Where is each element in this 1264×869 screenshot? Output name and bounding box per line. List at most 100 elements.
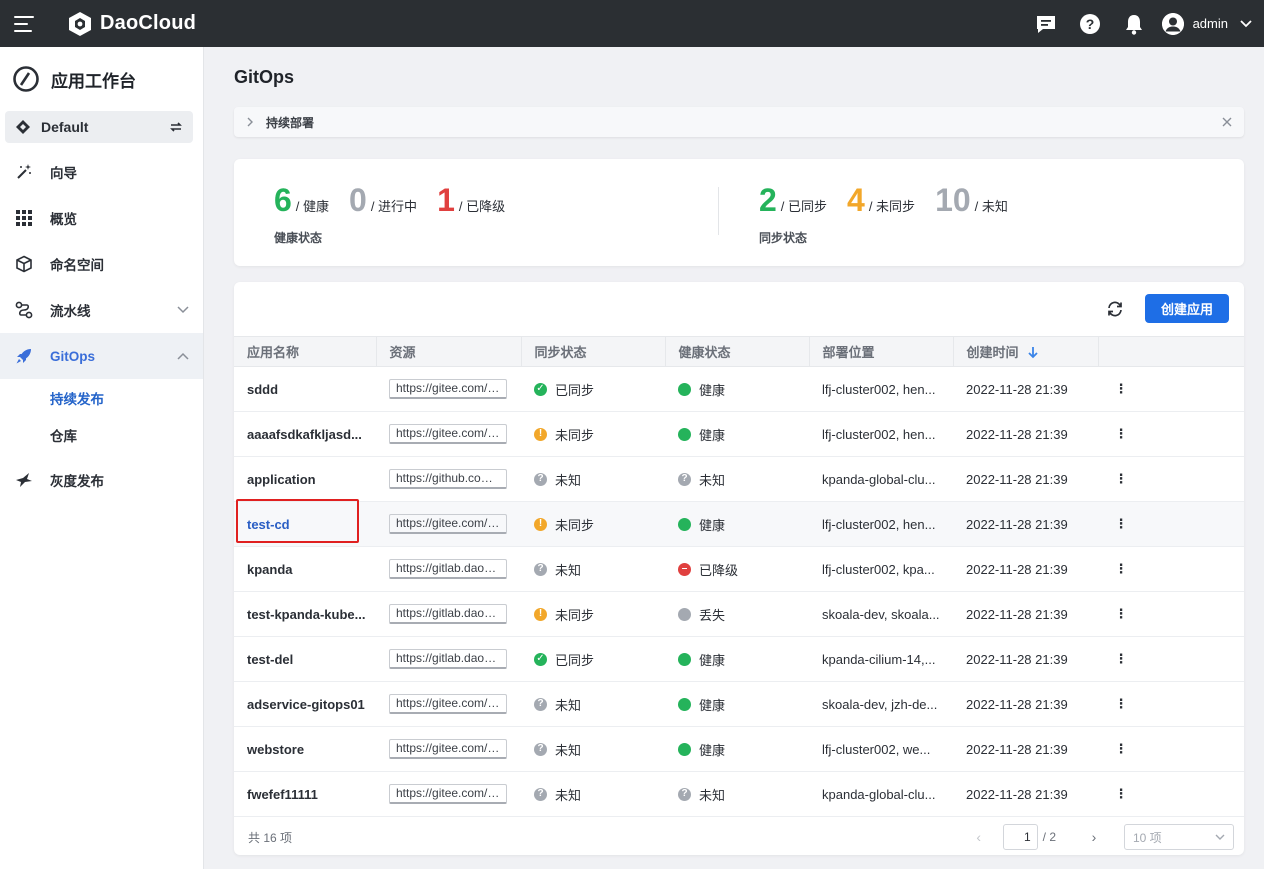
- app-name-link[interactable]: webstore: [247, 742, 304, 757]
- app-name-cell[interactable]: kpanda: [234, 546, 376, 592]
- table-row[interactable]: test-cd https://gitee.com/z...! 未同步 健康 lfj-c…: [234, 501, 1244, 547]
- more-actions-icon[interactable]: ⋮: [1111, 651, 1131, 667]
- more-actions-icon[interactable]: ⋮: [1111, 516, 1131, 532]
- app-name-cell[interactable]: aaaafsdkafkljasd...: [234, 411, 376, 457]
- more-actions-icon[interactable]: ⋮: [1111, 696, 1131, 712]
- sidebar-subitem-repository[interactable]: 仓库: [0, 416, 203, 453]
- table-row[interactable]: test-del https://gitlab.daocl... ✓ 已同步 健康 kpa…: [234, 636, 1244, 682]
- resource-tag[interactable]: https://gitee.com/z...: [389, 424, 507, 444]
- app-name-cell[interactable]: fwefef11111: [234, 771, 376, 817]
- page-input[interactable]: 1: [1002, 824, 1038, 850]
- app-name-link[interactable]: kpanda: [247, 562, 293, 577]
- app-name-link[interactable]: test-del: [247, 652, 293, 667]
- health-status-cell: 健康: [665, 726, 809, 772]
- actions-cell: ⋮: [1098, 636, 1244, 682]
- resource-tag[interactable]: https://github.com/...: [389, 469, 507, 489]
- column-header-sync-status[interactable]: 同步状态: [521, 336, 666, 367]
- app-name-link[interactable]: fwefef11111: [247, 787, 318, 802]
- menu-toggle-icon[interactable]: [14, 15, 34, 32]
- sync-status-text: 已同步: [555, 382, 595, 398]
- more-actions-icon[interactable]: ⋮: [1111, 741, 1131, 757]
- sidebar-item-gitops[interactable]: GitOps: [0, 333, 203, 379]
- sync-status-text: 未知: [555, 472, 582, 488]
- resource-cell: https://gitee.com/xi...: [376, 681, 521, 727]
- app-name-cell[interactable]: test-kpanda-kube...: [234, 591, 376, 637]
- switch-icon[interactable]: [169, 120, 183, 134]
- sidebar-item-label: 灰度发布: [50, 474, 104, 489]
- sidebar-item-overview[interactable]: 概览: [0, 195, 203, 241]
- table-row[interactable]: sddd https://gitee.com/z... ✓ 已同步 健康 lfj-clus…: [234, 366, 1244, 412]
- column-header-location[interactable]: 部署位置: [809, 336, 954, 367]
- create-app-button[interactable]: 创建应用: [1145, 294, 1229, 323]
- table-row[interactable]: test-kpanda-kube... https://gitlab.daocl.…: [234, 591, 1244, 637]
- location-cell: kpanda-global-clu...: [809, 771, 953, 817]
- sidebar-item-guide[interactable]: 向导: [0, 149, 203, 195]
- more-actions-icon[interactable]: ⋮: [1111, 786, 1131, 802]
- column-header-name[interactable]: 应用名称: [234, 336, 377, 367]
- app-name-link[interactable]: aaaafsdkafkljasd...: [247, 427, 362, 442]
- app-name-cell[interactable]: sddd: [234, 366, 376, 412]
- table-row[interactable]: aaaafsdkafkljasd... https://gitee.com/z..…: [234, 411, 1244, 457]
- resource-cell: https://gitee.com/xi...: [376, 726, 521, 772]
- question-circle-icon: ?: [534, 742, 547, 756]
- resource-tag[interactable]: https://gitlab.daocl...: [389, 604, 507, 624]
- brand-logo[interactable]: DaoCloud: [66, 10, 196, 38]
- table-row[interactable]: kpanda https://gitlab.daocl...? 未知 – 已降级 lfj-…: [234, 546, 1244, 592]
- resource-tag[interactable]: https://gitee.com/z...: [389, 379, 507, 399]
- refresh-icon[interactable]: [1104, 298, 1126, 320]
- table-row[interactable]: fwefef11111 https://gitee.com/z...? 未知? 未知 k…: [234, 771, 1244, 817]
- health-status-cell: 健康: [665, 636, 809, 682]
- table-row[interactable]: adservice-gitops01 https://gitee.com/xi..…: [234, 681, 1244, 727]
- sidebar-item-pipeline[interactable]: 流水线: [0, 287, 203, 333]
- resource-tag[interactable]: https://gitee.com/z...: [389, 784, 507, 804]
- sidebar-item-label: 概览: [50, 212, 77, 227]
- username: admin: [1192, 16, 1228, 31]
- column-header-health-status[interactable]: 健康状态: [665, 336, 810, 367]
- more-actions-icon[interactable]: ⋮: [1111, 471, 1131, 487]
- workspace-selector[interactable]: Default: [5, 111, 193, 143]
- app-name-link[interactable]: adservice-gitops01: [247, 697, 365, 712]
- table-row[interactable]: webstore https://gitee.com/xi...? 未知 健康 lfj-…: [234, 726, 1244, 772]
- question-circle-icon: ?: [534, 787, 547, 801]
- app-name-link[interactable]: application: [247, 472, 316, 487]
- resource-tag[interactable]: https://gitee.com/xi...: [389, 739, 507, 759]
- app-name-cell[interactable]: webstore: [234, 726, 376, 772]
- app-name-cell[interactable]: adservice-gitops01: [234, 681, 376, 727]
- resource-tag[interactable]: https://gitee.com/z...: [389, 514, 507, 534]
- prev-page-icon[interactable]: ‹: [969, 829, 989, 845]
- table-row[interactable]: application https://github.com/...? 未知? 未知 k…: [234, 456, 1244, 502]
- app-name-link[interactable]: sddd: [247, 382, 278, 397]
- column-header-resource[interactable]: 资源: [376, 336, 522, 367]
- more-actions-icon[interactable]: ⋮: [1111, 381, 1131, 397]
- more-actions-icon[interactable]: ⋮: [1111, 606, 1131, 622]
- help-icon[interactable]: ?: [1068, 0, 1112, 47]
- question-circle-icon: ?: [534, 562, 547, 576]
- app-name-cell[interactable]: application: [234, 456, 376, 502]
- message-icon[interactable]: [1024, 0, 1068, 47]
- app-name-link[interactable]: test-kpanda-kube...: [247, 607, 365, 622]
- health-status-cell: 丢失: [665, 591, 809, 637]
- actions-cell: ⋮: [1098, 546, 1244, 592]
- sidebar-item-canary-release[interactable]: 灰度发布: [0, 457, 203, 503]
- health-status-text: 健康: [699, 697, 726, 713]
- sort-desc-icon[interactable]: [1028, 346, 1038, 359]
- sidebar-title: 应用工作台: [51, 71, 136, 91]
- app-name-cell[interactable]: test-del: [234, 636, 376, 682]
- more-actions-icon[interactable]: ⋮: [1111, 426, 1131, 442]
- resource-tag[interactable]: https://gitlab.daocl...: [389, 559, 507, 579]
- close-icon[interactable]: [1222, 117, 1232, 127]
- app-name-link[interactable]: test-cd: [247, 517, 290, 532]
- resource-tag[interactable]: https://gitlab.daocl...: [389, 649, 507, 669]
- sync-status-cell: ? 未知: [521, 681, 665, 727]
- more-actions-icon[interactable]: ⋮: [1111, 561, 1131, 577]
- chevron-right-icon[interactable]: [246, 117, 254, 127]
- notification-bell-icon[interactable]: [1112, 0, 1156, 47]
- resource-tag[interactable]: https://gitee.com/xi...: [389, 694, 507, 714]
- user-menu[interactable]: admin: [1161, 12, 1252, 35]
- sidebar-subitem-continuous-release[interactable]: 持续发布: [0, 379, 203, 416]
- next-page-icon[interactable]: ›: [1084, 829, 1104, 845]
- page-size-select[interactable]: 10 项: [1124, 824, 1234, 850]
- column-header-created[interactable]: 创建时间: [953, 336, 1099, 367]
- sidebar-item-namespace[interactable]: 命名空间: [0, 241, 203, 287]
- app-name-cell[interactable]: test-cd: [234, 501, 376, 547]
